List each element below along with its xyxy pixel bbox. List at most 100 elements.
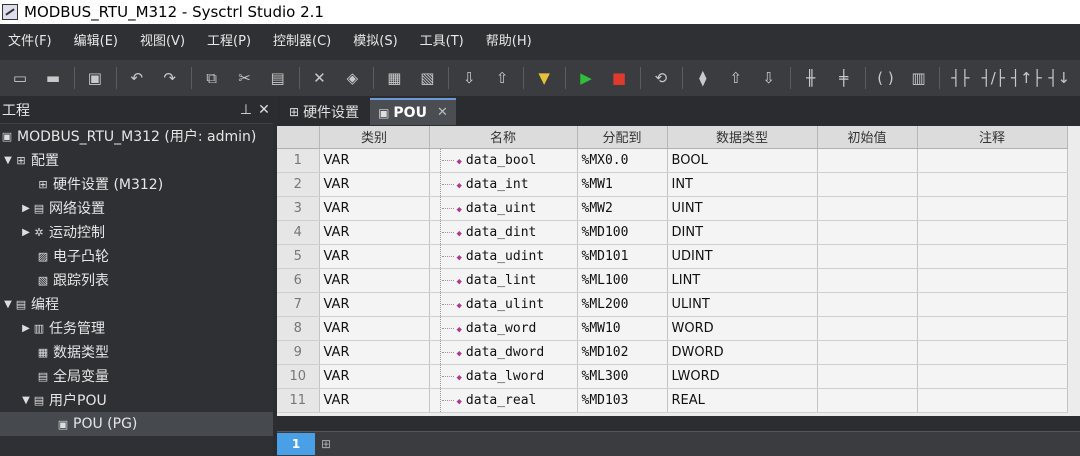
save-icon[interactable]: ▣: [83, 66, 107, 90]
column-header-comment[interactable]: 注释: [917, 126, 1068, 149]
comment-cell[interactable]: [917, 388, 1068, 413]
name-cell[interactable]: ◆ data_lword: [429, 364, 578, 389]
category-cell[interactable]: VAR: [319, 316, 430, 341]
row-number[interactable]: 1: [277, 148, 320, 173]
row-number[interactable]: 11: [277, 388, 320, 413]
table-row[interactable]: 8 VAR ◆ data_word %MW10 WORD: [277, 316, 1068, 341]
datatype-cell[interactable]: WORD: [667, 316, 818, 341]
tree-user-pou[interactable]: ▼ ▤ 用户POU: [0, 388, 273, 412]
category-cell[interactable]: VAR: [319, 340, 430, 365]
comment-cell[interactable]: [917, 196, 1068, 221]
initial-cell[interactable]: [817, 172, 918, 197]
assign-cell[interactable]: %MD100: [577, 220, 668, 245]
collapse-arrow-icon[interactable]: ▶: [20, 323, 32, 334]
tree-motion[interactable]: ▶ ✲ 运动控制: [0, 220, 273, 244]
assign-cell[interactable]: %MX0.0: [577, 148, 668, 173]
category-cell[interactable]: VAR: [319, 292, 430, 317]
login-icon[interactable]: ▼: [532, 66, 556, 90]
branch-icon[interactable]: ╫: [799, 66, 823, 90]
row-number[interactable]: 6: [277, 268, 320, 293]
column-header-initial[interactable]: 初始值: [817, 126, 918, 149]
table-row[interactable]: 1 VAR ◆ data_bool %MX0.0 BOOL: [277, 148, 1068, 173]
name-cell[interactable]: ◆ data_int: [429, 172, 578, 197]
close-icon[interactable]: ✕: [255, 102, 273, 118]
compile-icon[interactable]: ◈: [340, 66, 364, 90]
column-header-name[interactable]: 名称: [429, 126, 578, 149]
category-cell[interactable]: VAR: [319, 268, 430, 293]
tree-root[interactable]: ▣ MODBUS_RTU_M312 (用户: admin): [0, 124, 273, 148]
tree-hardware[interactable]: ⊞ 硬件设置 (M312): [0, 172, 273, 196]
assign-cell[interactable]: %ML200: [577, 292, 668, 317]
initial-cell[interactable]: [817, 148, 918, 173]
datatype-cell[interactable]: LWORD: [667, 364, 818, 389]
assign-cell[interactable]: %MW1: [577, 172, 668, 197]
comment-cell[interactable]: [917, 220, 1068, 245]
name-cell[interactable]: ◆ data_dint: [429, 220, 578, 245]
datatype-cell[interactable]: DWORD: [667, 340, 818, 365]
insert-network-icon[interactable]: ⧫: [691, 66, 715, 90]
category-cell[interactable]: VAR: [319, 196, 430, 221]
initial-cell[interactable]: [817, 196, 918, 221]
column-header-assign[interactable]: 分配到: [577, 126, 668, 149]
initial-cell[interactable]: [817, 388, 918, 413]
tab-hardware[interactable]: ⊞ 硬件设置: [281, 98, 367, 125]
tree-pou[interactable]: ▣ POU (PG): [0, 412, 273, 436]
initial-cell[interactable]: [817, 268, 918, 293]
menu-tools[interactable]: 工具(T): [412, 24, 472, 60]
table-row[interactable]: 6 VAR ◆ data_lint %ML100 LINT: [277, 268, 1068, 293]
datatype-cell[interactable]: LINT: [667, 268, 818, 293]
datatype-cell[interactable]: UINT: [667, 196, 818, 221]
assign-cell[interactable]: %ML300: [577, 364, 668, 389]
initial-cell[interactable]: [817, 340, 918, 365]
datatype-cell[interactable]: BOOL: [667, 148, 818, 173]
new-file-icon[interactable]: ▭: [8, 66, 32, 90]
row-number[interactable]: 4: [277, 220, 320, 245]
redo-icon[interactable]: ↷: [158, 66, 182, 90]
collapse-arrow-icon[interactable]: ▶: [20, 227, 32, 238]
assign-cell[interactable]: %MD102: [577, 340, 668, 365]
menu-controller[interactable]: 控制器(C): [265, 24, 339, 60]
function-block-icon[interactable]: ▥: [907, 66, 931, 90]
assign-cell[interactable]: %MD101: [577, 244, 668, 269]
name-cell[interactable]: ◆ data_word: [429, 316, 578, 341]
category-cell[interactable]: VAR: [319, 172, 430, 197]
upload-icon[interactable]: ⇧: [490, 66, 514, 90]
initial-cell[interactable]: [817, 220, 918, 245]
assign-cell[interactable]: %MW10: [577, 316, 668, 341]
undo-icon[interactable]: ↶: [125, 66, 149, 90]
name-cell[interactable]: ◆ data_lint: [429, 268, 578, 293]
expand-arrow-icon[interactable]: ▼: [2, 155, 14, 166]
table-row[interactable]: 2 VAR ◆ data_int %MW1 INT: [277, 172, 1068, 197]
table-row[interactable]: 3 VAR ◆ data_uint %MW2 UINT: [277, 196, 1068, 221]
menu-help[interactable]: 帮助(H): [478, 24, 540, 60]
name-cell[interactable]: ◆ data_udint: [429, 244, 578, 269]
tree-programming[interactable]: ▼ ▤ 编程: [0, 292, 273, 316]
row-number[interactable]: 8: [277, 316, 320, 341]
add-page-icon[interactable]: ⊞: [321, 437, 331, 451]
assign-cell[interactable]: %MW2: [577, 196, 668, 221]
initial-cell[interactable]: [817, 292, 918, 317]
menu-simulate[interactable]: 模拟(S): [345, 24, 405, 60]
assign-cell[interactable]: %MD103: [577, 388, 668, 413]
delete-icon[interactable]: ✕: [308, 66, 332, 90]
contact-no-icon[interactable]: ┤├: [948, 66, 972, 90]
move-up-icon[interactable]: ⇧: [724, 66, 748, 90]
expand-arrow-icon[interactable]: ▼: [20, 395, 32, 406]
initial-cell[interactable]: [817, 364, 918, 389]
table-row[interactable]: 11 VAR ◆ data_real %MD103 REAL: [277, 388, 1068, 413]
assign-cell[interactable]: %ML100: [577, 268, 668, 293]
copy-icon[interactable]: ⧉: [200, 66, 224, 90]
expand-arrow-icon[interactable]: ▼: [2, 299, 14, 310]
paste-icon[interactable]: ▤: [266, 66, 290, 90]
cut-icon[interactable]: ✂: [233, 66, 257, 90]
tab-pou[interactable]: ▣ POU ✕: [370, 98, 456, 125]
tree-globals[interactable]: ▤ 全局变量: [0, 364, 273, 388]
table-row[interactable]: 5 VAR ◆ data_udint %MD101 UDINT: [277, 244, 1068, 269]
table-row[interactable]: 4 VAR ◆ data_dint %MD100 DINT: [277, 220, 1068, 245]
datatype-cell[interactable]: ULINT: [667, 292, 818, 317]
tree-datatypes[interactable]: ▦ 数据类型: [0, 340, 273, 364]
tree-tasks[interactable]: ▶ ▥ 任务管理: [0, 316, 273, 340]
comment-cell[interactable]: [917, 172, 1068, 197]
tree-config[interactable]: ▼ ⊞ 配置: [0, 148, 273, 172]
column-header-datatype[interactable]: 数据类型: [667, 126, 818, 149]
